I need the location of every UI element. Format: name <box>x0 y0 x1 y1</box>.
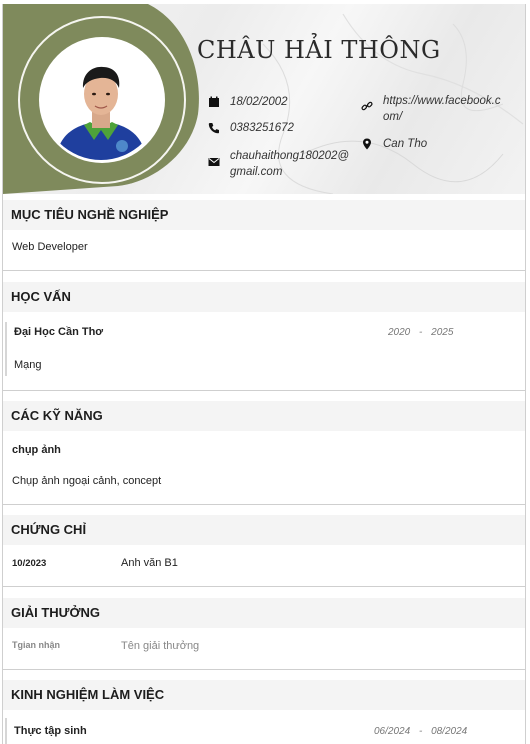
education-title: HỌC VẤN <box>3 282 525 312</box>
divider <box>3 390 525 391</box>
avatar <box>42 42 160 160</box>
date-separator: - <box>419 327 423 338</box>
location-pin-icon <box>363 138 371 150</box>
skills-section: CÁC KỸ NĂNG <box>3 401 525 431</box>
website-line-2: om/ <box>383 111 403 123</box>
skill-description: Chụp ảnh ngoại cảnh, concept <box>12 475 162 487</box>
email-line-1: chauhaithong180202@ <box>230 150 350 162</box>
objective-title: MỤC TIÊU NGHỀ NGHIỆP <box>3 200 525 230</box>
divider <box>3 270 525 271</box>
objective-section: MỤC TIÊU NGHỀ NGHIỆP <box>3 200 525 230</box>
education-dates: 2020 - 2025 <box>388 327 453 338</box>
education-end: 2025 <box>431 327 454 338</box>
location-value: Can Tho <box>383 138 428 150</box>
website-value[interactable]: https://www.facebook.c om/ <box>383 93 501 125</box>
education-section: HỌC VẤN <box>3 282 525 312</box>
experience-section: KINH NGHIỆM LÀM VIỆC <box>3 680 525 710</box>
birthday-row: 18/02/2002 <box>208 94 288 110</box>
experience-end: 08/2024 <box>431 726 468 737</box>
experience-dates: 06/2024 - 08/2024 <box>374 726 467 737</box>
link-icon <box>361 101 373 111</box>
timeline-bar <box>5 322 7 376</box>
website-row[interactable]: https://www.facebook.c om/ <box>361 93 501 125</box>
education-school: Đại Học Cần Thơ <box>14 326 104 338</box>
education-major: Mạng <box>14 359 42 371</box>
skill-name: chụp ảnh <box>12 444 61 456</box>
objective-text: Web Developer <box>12 241 88 253</box>
phone-value: 0383251672 <box>230 122 294 134</box>
calendar-icon <box>209 96 219 107</box>
education-start: 2020 <box>388 327 411 338</box>
awards-section: GIẢI THƯỞNG <box>3 598 525 628</box>
location-row: Can Tho <box>361 136 427 152</box>
email-value: chauhaithong180202@ gmail.com <box>230 148 349 180</box>
experience-position: Thực tập sinh <box>14 725 87 737</box>
website-line-1: https://www.facebook.c <box>383 95 501 107</box>
divider <box>3 586 525 587</box>
phone-row: 0383251672 <box>208 120 294 136</box>
experience-start: 06/2024 <box>374 726 411 737</box>
certificates-section: CHỨNG CHỈ <box>3 515 525 545</box>
award-name-placeholder: Tên giải thưởng <box>121 640 200 652</box>
email-line-2: gmail.com <box>230 166 283 178</box>
birthday-value: 18/02/2002 <box>230 96 288 108</box>
candidate-name: CHÂU HẢI THÔNG <box>197 36 441 64</box>
certificate-date: 10/2023 <box>12 558 47 569</box>
award-date-placeholder: Tgian nhận <box>12 640 60 650</box>
awards-title: GIẢI THƯỞNG <box>3 598 525 628</box>
certificate-name: Anh văn B1 <box>121 557 178 569</box>
cv-header: CHÂU HẢI THÔNG 18/02/2002 0383251672 cha… <box>3 4 525 194</box>
experience-title: KINH NGHIỆM LÀM VIỆC <box>3 680 525 710</box>
divider <box>3 669 525 670</box>
certificates-title: CHỨNG CHỈ <box>3 515 525 545</box>
phone-icon <box>208 123 219 134</box>
email-row: chauhaithong180202@ gmail.com <box>208 148 349 180</box>
timeline-bar <box>5 718 7 744</box>
mail-icon <box>208 158 220 166</box>
divider <box>3 504 525 505</box>
cv-page: CHÂU HẢI THÔNG 18/02/2002 0383251672 cha… <box>2 4 526 744</box>
skills-title: CÁC KỸ NĂNG <box>3 401 525 431</box>
date-separator: - <box>418 726 423 737</box>
